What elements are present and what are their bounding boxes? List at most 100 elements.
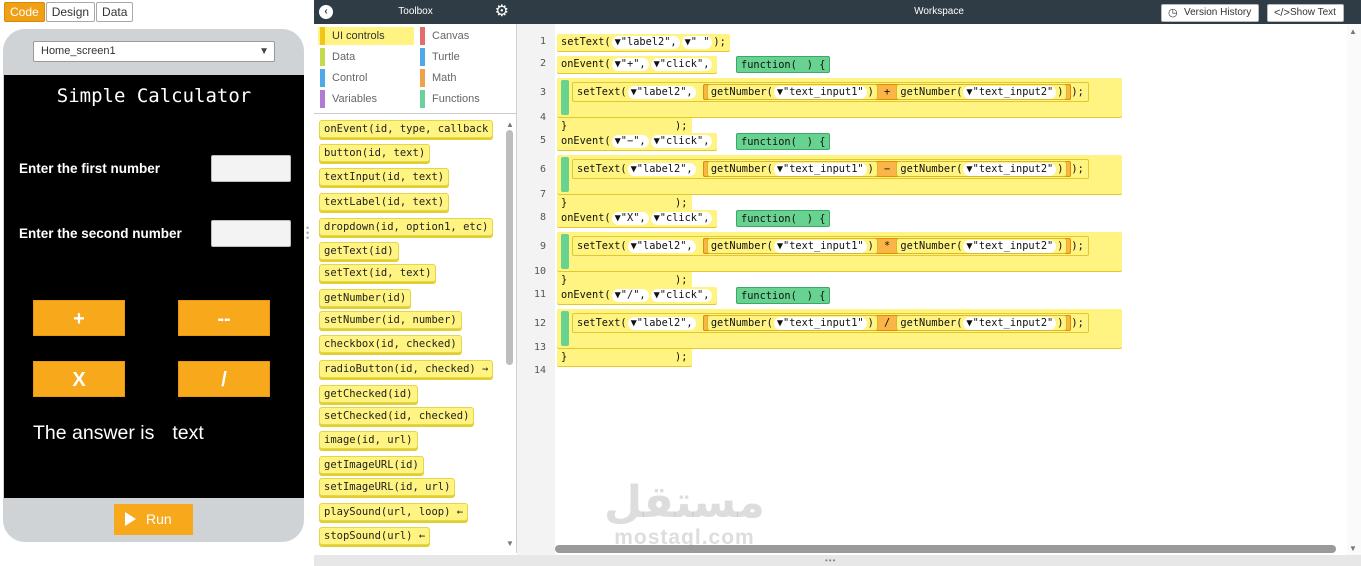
multiply-button[interactable]: X — [33, 361, 125, 397]
code-block-onevent[interactable]: onEvent(▼"−", ▼"click", — [557, 133, 718, 150]
event-type-arg[interactable]: ▼"click", — [650, 289, 713, 302]
input1-arg[interactable]: ▼"text_input1" — [773, 86, 867, 99]
gear-icon[interactable]: ⚙ — [495, 3, 509, 21]
block-setchecked[interactable]: setChecked(id, checked) — [319, 407, 475, 425]
tab-design[interactable]: Design — [45, 2, 96, 22]
text-input1[interactable] — [211, 155, 291, 182]
block-image[interactable]: image(id, url) — [319, 431, 418, 449]
getnumber-block[interactable]: getNumber(▼"text_input2") — [896, 161, 1068, 177]
divide-button[interactable]: / — [178, 361, 270, 397]
category-functions[interactable]: Functions — [418, 90, 514, 108]
event-id-arg[interactable]: ▼"X", — [611, 212, 649, 225]
input1-arg[interactable]: ▼"text_input1" — [773, 240, 867, 253]
category-variables[interactable]: Variables — [318, 90, 414, 108]
label-arg[interactable]: ▼"label2", — [627, 317, 696, 330]
block-onevent[interactable]: onEvent(id, type, callback — [319, 120, 494, 138]
event-id-arg[interactable]: ▼"−", — [611, 135, 649, 148]
splitter-handle[interactable]: • • • — [306, 224, 312, 243]
getnumber-block[interactable]: getNumber(▼"text_input1") — [706, 238, 878, 254]
version-history-button[interactable]: ◷ Version History — [1161, 4, 1260, 22]
operator[interactable]: / — [884, 317, 890, 329]
block-gettext[interactable]: getText(id) — [319, 242, 399, 260]
collapse-icon[interactable]: ‹ — [319, 5, 333, 19]
function-block[interactable]: function() { — [736, 210, 831, 227]
operator[interactable]: * — [884, 240, 890, 252]
input1-arg[interactable]: ▼"text_input1" — [773, 317, 867, 330]
math-expression[interactable]: getNumber(▼"text_input1") * getNumber(▼"… — [702, 238, 1072, 254]
event-id-arg[interactable]: ▼"/", — [611, 289, 649, 302]
block-playsound[interactable]: playSound(url, loop) ← — [319, 503, 469, 521]
code-block-settext[interactable]: setText(▼"label2", getNumber(▼"text_inpu… — [572, 82, 1089, 102]
resize-handle[interactable]: ••• — [825, 556, 836, 565]
getnumber-block[interactable]: getNumber(▼"text_input1") — [706, 161, 878, 177]
bottom-resize-bar[interactable] — [314, 555, 1361, 566]
code-block-onevent[interactable]: onEvent(▼"X", ▼"click", — [557, 210, 718, 227]
operator[interactable]: − — [884, 163, 890, 175]
block-checkbox[interactable]: checkbox(id, checked) — [319, 335, 462, 353]
label-arg[interactable]: ▼"label2", — [627, 240, 696, 253]
scroll-up-icon[interactable]: ▲ — [1349, 27, 1357, 36]
label-arg[interactable]: ▼"label2", — [611, 36, 680, 49]
code-block-onevent[interactable]: onEvent(▼"+", ▼"click", — [557, 56, 718, 73]
tab-data[interactable]: Data — [96, 2, 134, 22]
event-id-arg[interactable]: ▼"+", — [611, 58, 649, 71]
plus-button[interactable]: + — [33, 300, 125, 336]
run-button[interactable]: Run — [114, 504, 193, 535]
text-arg[interactable]: ▼" " — [681, 36, 713, 49]
scroll-down-icon[interactable]: ▼ — [506, 539, 514, 548]
toolbox-scroll-thumb[interactable] — [506, 130, 513, 365]
block-setnumber[interactable]: setNumber(id, number) — [319, 311, 462, 329]
block-getchecked[interactable]: getChecked(id) — [319, 385, 418, 403]
text-input2[interactable] — [211, 220, 291, 247]
getnumber-block[interactable]: getNumber(▼"text_input1") — [706, 315, 878, 331]
screen-select-dropdown[interactable]: Home_screen1 ▼ — [33, 41, 275, 62]
input2-arg[interactable]: ▼"text_input2" — [963, 86, 1057, 99]
minus-button[interactable]: -- — [178, 300, 270, 336]
scroll-down-icon[interactable]: ▼ — [1349, 544, 1357, 553]
category-turtle[interactable]: Turtle — [418, 48, 514, 66]
block-radiobutton[interactable]: radioButton(id, checked) → — [319, 360, 494, 378]
workspace-vertical-scrollbar[interactable]: ▲ ▼ — [1347, 24, 1361, 555]
toolbox-scrollbar[interactable]: ▲ ▼ — [505, 120, 514, 548]
math-expression[interactable]: getNumber(▼"text_input1") / getNumber(▼"… — [702, 315, 1072, 331]
getnumber-block[interactable]: getNumber(▼"text_input2") — [896, 315, 1068, 331]
operator[interactable]: + — [884, 86, 890, 98]
block-stopsound[interactable]: stopSound(url) ← — [319, 527, 431, 545]
math-expression[interactable]: getNumber(▼"text_input1") − getNumber(▼"… — [702, 161, 1072, 177]
input2-arg[interactable]: ▼"text_input2" — [963, 317, 1057, 330]
scroll-up-icon[interactable]: ▲ — [506, 120, 514, 129]
input2-arg[interactable]: ▼"text_input2" — [963, 163, 1057, 176]
label-arg[interactable]: ▼"label2", — [627, 163, 696, 176]
label-arg[interactable]: ▼"label2", — [627, 86, 696, 99]
category-canvas[interactable]: Canvas — [418, 27, 514, 45]
block-button[interactable]: button(id, text) — [319, 144, 431, 162]
block-settext[interactable]: setText(id, text) — [319, 264, 437, 282]
input2-arg[interactable]: ▼"text_input2" — [963, 240, 1057, 253]
code-block-onevent[interactable]: onEvent(▼"/", ▼"click", — [557, 287, 718, 304]
block-dropdown[interactable]: dropdown(id, option1, etc) — [319, 218, 494, 236]
input1-arg[interactable]: ▼"text_input1" — [773, 163, 867, 176]
math-expression[interactable]: getNumber(▼"text_input1") + getNumber(▼"… — [702, 84, 1072, 100]
event-type-arg[interactable]: ▼"click", — [650, 135, 713, 148]
block-textinput[interactable]: textInput(id, text) — [319, 168, 450, 186]
code-block-settext[interactable]: setText(▼"label2", ▼" "); — [557, 34, 730, 51]
code-block-settext[interactable]: setText(▼"label2", getNumber(▼"text_inpu… — [572, 159, 1089, 179]
event-type-arg[interactable]: ▼"click", — [650, 58, 713, 71]
getnumber-block[interactable]: getNumber(▼"text_input1") — [706, 84, 878, 100]
category-math[interactable]: Math — [418, 69, 514, 87]
function-block[interactable]: function() { — [736, 287, 831, 304]
block-textlabel[interactable]: textLabel(id, text) — [319, 193, 450, 211]
code-block-settext[interactable]: setText(▼"label2", getNumber(▼"text_inpu… — [572, 236, 1089, 256]
code-block-settext[interactable]: setText(▼"label2", getNumber(▼"text_inpu… — [572, 313, 1089, 333]
tab-code[interactable]: Code — [4, 2, 45, 22]
category-data[interactable]: Data — [318, 48, 414, 66]
block-getnumber[interactable]: getNumber(id) — [319, 289, 412, 307]
show-text-button[interactable]: </> Show Text — [1267, 4, 1344, 22]
function-block[interactable]: function() { — [736, 56, 831, 73]
function-block[interactable]: function() { — [736, 133, 831, 150]
getnumber-block[interactable]: getNumber(▼"text_input2") — [896, 238, 1068, 254]
getnumber-block[interactable]: getNumber(▼"text_input2") — [896, 84, 1068, 100]
block-getimageurl[interactable]: getImageURL(id) — [319, 456, 424, 474]
category-control[interactable]: Control — [318, 69, 414, 87]
event-type-arg[interactable]: ▼"click", — [650, 212, 713, 225]
